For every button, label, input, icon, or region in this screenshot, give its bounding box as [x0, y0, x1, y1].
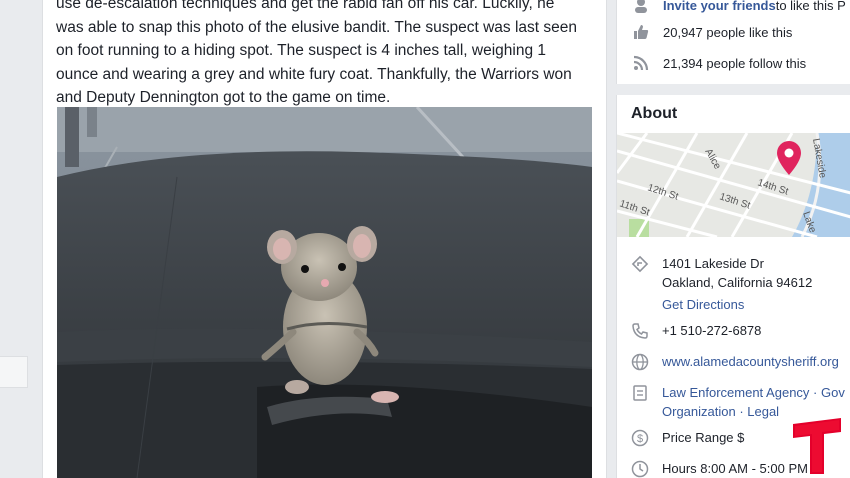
post-text: use de-escalation techniques and get the… — [56, 0, 601, 110]
category-tag-icon — [627, 383, 653, 421]
invite-text: to like this P — [775, 0, 846, 13]
price-dollar-icon: $ — [627, 428, 653, 447]
left-panel-edge[interactable] — [0, 356, 28, 388]
post-text-line: use de-escalation techniques and get the… — [56, 0, 555, 12]
address-line-1: 1401 Lakeside Dr — [662, 256, 764, 271]
website-link[interactable]: www.alamedacountysheriff.org — [662, 352, 839, 371]
address-line-2: Oakland, California 94612 — [662, 275, 813, 290]
page-stats-card: Invite your friends to like this P 20,94… — [616, 0, 850, 84]
left-gutter — [0, 0, 40, 478]
invite-friends-link[interactable]: Invite your friends — [663, 0, 776, 13]
right-sidebar: Invite your friends to like this P 20,94… — [616, 0, 850, 478]
location-arrow-icon — [627, 254, 653, 314]
clock-icon — [627, 459, 653, 478]
post-photo-mouse[interactable] — [57, 107, 592, 478]
globe-icon — [627, 352, 653, 371]
likes-count: 20,947 people like this — [663, 24, 793, 40]
likes-row: 20,947 people like this — [631, 21, 792, 43]
website-row: www.alamedacountysheriff.org — [627, 352, 850, 371]
address-row: 1401 Lakeside Dr Oakland, California 946… — [627, 254, 850, 314]
category-line-1[interactable]: Law Enforcement Agency · Gov — [662, 383, 845, 402]
get-directions-link[interactable]: Get Directions — [662, 295, 812, 314]
facebook-post: use de-escalation techniques and get the… — [42, 0, 607, 478]
invite-row: Invite your friends to like this P — [631, 0, 846, 16]
thumbs-up-icon — [631, 24, 651, 40]
phone-icon — [627, 321, 653, 340]
post-text-line: and Deputy Dennington got to the game on… — [56, 89, 391, 106]
invite-friends-icon — [631, 0, 651, 13]
post-text-line: was able to snap this photo of the elusi… — [56, 18, 578, 36]
svg-text:$: $ — [637, 433, 643, 445]
phone-number[interactable]: +1 510-272-6878 — [662, 321, 761, 340]
about-heading: About — [631, 105, 678, 122]
telemundo-logo-icon — [793, 418, 841, 474]
phone-row: +1 510-272-6878 — [627, 321, 850, 340]
category-row: Law Enforcement Agency · Gov Organizatio… — [627, 383, 850, 421]
mouse-photo-illustration — [57, 107, 592, 478]
map-graphic: Alice 14th St 12th St 13th St 11th St La… — [617, 133, 850, 237]
post-text-line: ounce and wearing a grey and white fury … — [56, 65, 572, 83]
follows-row: 21,394 people follow this — [631, 52, 806, 74]
post-text-line: on foot running to a hiding spot. The su… — [56, 42, 546, 59]
price-range: Price Range $ — [662, 430, 745, 445]
opening-hours: Hours 8:00 AM - 5:00 PM — [662, 461, 808, 476]
rss-follow-icon — [631, 55, 651, 71]
follows-count: 21,394 people follow this — [663, 55, 807, 71]
location-map[interactable]: Alice 14th St 12th St 13th St 11th St La… — [617, 133, 850, 237]
